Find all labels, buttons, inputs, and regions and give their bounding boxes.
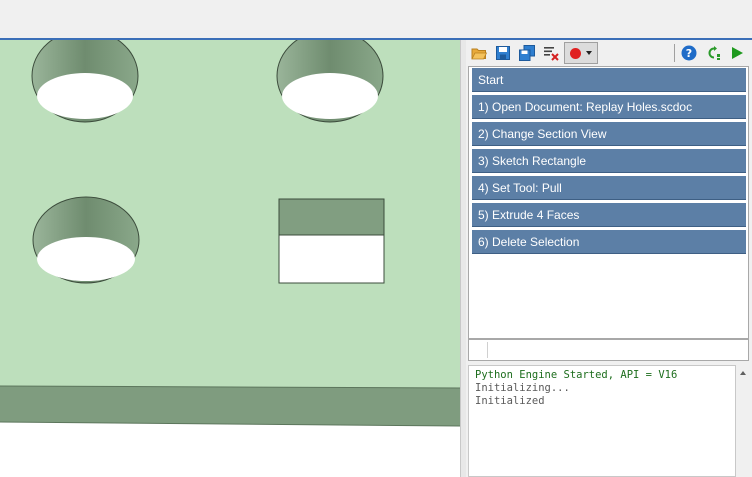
record-button[interactable] bbox=[564, 42, 598, 64]
help-icon[interactable]: ? bbox=[680, 44, 698, 62]
run-icon[interactable] bbox=[728, 44, 746, 62]
console-line: Initializing... bbox=[475, 382, 570, 394]
clear-icon[interactable] bbox=[542, 44, 560, 62]
step-item[interactable]: 4) Set Tool: Pull bbox=[472, 176, 746, 200]
step-icon[interactable] bbox=[704, 44, 722, 62]
hole-top-left bbox=[31, 40, 139, 123]
model-front-face bbox=[0, 386, 460, 426]
save-as-icon[interactable] bbox=[518, 44, 536, 62]
command-input[interactable] bbox=[487, 342, 745, 358]
hole-top-right bbox=[276, 40, 384, 123]
python-console[interactable]: Python Engine Started, API = V16 Initial… bbox=[468, 365, 736, 477]
step-item[interactable]: 6) Delete Selection bbox=[472, 230, 746, 254]
model-view bbox=[0, 40, 460, 427]
svg-text:?: ? bbox=[686, 47, 692, 60]
window-top-band bbox=[0, 0, 752, 38]
3d-viewport[interactable] bbox=[0, 40, 460, 477]
dropdown-arrow-icon[interactable] bbox=[586, 51, 592, 55]
scroll-up-icon[interactable] bbox=[738, 368, 748, 378]
console-line: Initialized bbox=[475, 395, 545, 407]
console-line: Python Engine Started, API = V16 bbox=[475, 369, 678, 381]
open-folder-icon[interactable] bbox=[470, 44, 488, 62]
steps-list: Start 1) Open Document: Replay Holes.scd… bbox=[468, 66, 749, 339]
record-icon bbox=[570, 47, 581, 59]
toolbar-separator bbox=[674, 44, 675, 62]
step-item[interactable]: 2) Change Section View bbox=[472, 122, 746, 146]
step-item[interactable]: Start bbox=[472, 68, 746, 92]
step-item[interactable]: 1) Open Document: Replay Holes.scdoc bbox=[472, 95, 746, 119]
script-editor-panel: ? Start 1) Open Document: Replay Holes.s… bbox=[466, 40, 752, 477]
script-toolbar: ? bbox=[466, 40, 752, 66]
rectangular-cutout bbox=[278, 198, 385, 284]
command-bar bbox=[468, 339, 749, 361]
save-icon[interactable] bbox=[494, 44, 512, 62]
step-item[interactable]: 5) Extrude 4 Faces bbox=[472, 203, 746, 227]
step-item[interactable]: 3) Sketch Rectangle bbox=[472, 149, 746, 173]
hole-bottom-left bbox=[32, 196, 140, 284]
